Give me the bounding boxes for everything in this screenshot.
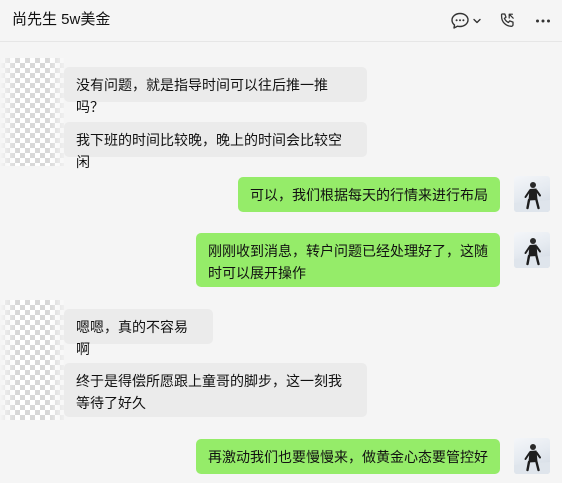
- message-bubble-incoming: 我下班的时间比较晚，晚上的时间会比较空闲: [64, 122, 367, 170]
- message-bubble-outgoing: 再激动我们也要慢慢来，做黄金心态要管控好: [196, 439, 500, 474]
- message-bubble-outgoing: 刚刚收到消息，转户问题已经处理好了，这随时可以展开操作: [196, 233, 500, 287]
- message-bubble-outgoing: 可以，我们根据每天的行情来进行布局: [238, 177, 500, 212]
- message-bubble-incoming: 嗯嗯，真的不容易啊: [64, 309, 213, 357]
- chat-title: 尚先生 5w美金: [12, 11, 111, 28]
- self-avatar[interactable]: [514, 176, 550, 212]
- contact-avatar[interactable]: [0, 58, 64, 166]
- more-icon[interactable]: [532, 10, 554, 32]
- phone-icon[interactable]: [496, 10, 518, 32]
- self-avatar[interactable]: [514, 232, 550, 268]
- chat-header: 尚先生 5w美金: [0, 0, 562, 42]
- chat-bubble-icon[interactable]: [449, 10, 471, 32]
- chat-window: 尚先生 5w美金 没有问题，就是指导时间可以往后推一推吗？ 我下班的时间比较晚，…: [0, 0, 562, 483]
- message-bubble-incoming: 没有问题，就是指导时间可以往后推一推吗？: [64, 67, 367, 115]
- contact-avatar[interactable]: [0, 300, 64, 420]
- self-avatar[interactable]: [514, 438, 550, 474]
- chevron-down-icon[interactable]: [470, 10, 484, 32]
- message-bubble-incoming: 终于是得偿所愿跟上童哥的脚步，这一刻我等待了好久: [64, 363, 367, 417]
